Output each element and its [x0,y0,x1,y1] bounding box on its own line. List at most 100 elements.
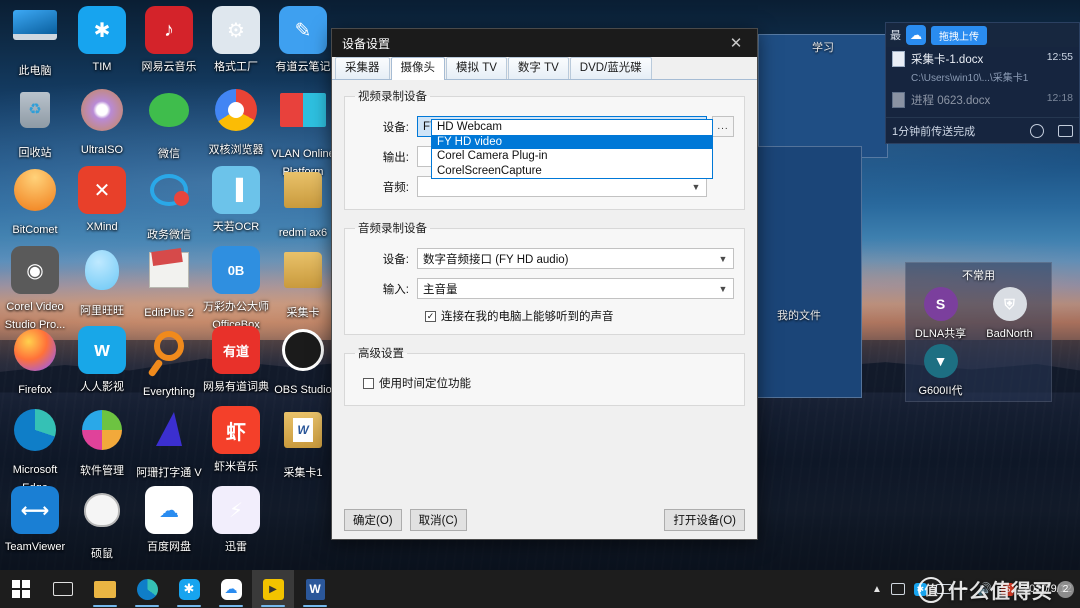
file-explorer-button[interactable] [84,570,126,608]
desktop-icon-dual-core-browser[interactable]: 双核浏览器 [203,86,269,158]
baidu-netdisk-button[interactable]: ☁ [210,570,252,608]
search-icon[interactable] [1030,123,1044,138]
desktop-icon-label: 此电脑 [18,65,52,77]
desktop-icon-tianruo-ocr[interactable]: ▐ 天若OCR [203,166,269,235]
tim-tray-icon[interactable]: ✱ [913,582,927,596]
system-tray[interactable]: ▲ ✱ ◓ 🔊 S 2020/9/12 [872,582,1080,596]
tab-camera[interactable]: 摄像头 [390,57,445,80]
desktop-icon-tim[interactable]: ✱ TIM [69,6,135,75]
cancel-button[interactable]: 取消(C) [409,509,467,531]
desktop-icon-format-factory[interactable]: ⚙ 格式工厂 [203,6,269,75]
desktop-icon-corel-video-studio[interactable]: ◉ Corel Video Studio Pro... [2,246,68,333]
tab-digital-tv[interactable]: 数字 TV [507,57,569,79]
tim-button[interactable]: ✱ [168,570,210,608]
desktop-icon-everything[interactable]: Everything [136,326,202,400]
desktop-icon-folder-redmi[interactable]: redmi ax6 [270,166,336,241]
video-device-browse-button[interactable]: ... [712,116,734,137]
desktop-icon-officebox[interactable]: 0B 万彩办公大师 OfficeBox [203,246,269,333]
desktop-icon-wechat[interactable]: 微信 [136,86,202,162]
tab-analog-tv[interactable]: 模拟 TV [446,57,507,79]
tab-capture-device[interactable]: 采集器 [335,57,390,79]
taskbar-clock[interactable]: 2020/9/12 [1023,583,1072,595]
timecode-checkbox-row[interactable]: 使用时间定位功能 [363,375,734,391]
volume-icon[interactable]: 🔊 [977,582,992,596]
dropdown-option[interactable]: CorelScreenCapture [432,164,712,179]
desktop-icon-youdao-note[interactable]: ✎ 有道云笔记 [270,6,336,75]
word-button[interactable]: W [294,570,336,608]
transfer-file-row[interactable]: 采集卡-1.docx C:\Users\win10\...\采集卡1 12:55 [886,47,1079,88]
desktop-icon-label: Firefox [18,384,52,396]
ok-button[interactable]: 确定(O) [344,509,402,531]
chevron-down-icon[interactable]: ▼ [713,254,733,264]
desktop-icon-label: redmi ax6 [278,227,328,239]
dropdown-option-selected[interactable]: FY HD video [432,134,712,149]
upload-drag-button[interactable]: 拖拽上传 [931,25,987,45]
dropdown-option[interactable]: Corel Camera Plug-in [432,149,712,164]
desktop-fence-rarely-used[interactable]: 不常用 S DLNA共享 ⛨ BadNorth ▼ G600II代 [905,262,1052,402]
video-device-dropdown-list[interactable]: HD Webcam FY HD video Corel Camera Plug-… [431,119,713,179]
audio-device-select[interactable]: 数字音频接口 (FY HD audio) ▼ [417,248,734,269]
fence-icon-badnorth[interactable]: ⛨ BadNorth [975,287,1044,342]
desktop-icon-software-manager[interactable]: 软件管理 [69,406,135,479]
desktop-icon-xmind[interactable]: ✕ XMind [69,166,135,235]
wifi-icon[interactable]: ◓ [961,582,968,596]
desktop-icon-this-pc[interactable]: 此电脑 [2,6,68,79]
chevron-down-icon[interactable]: ▼ [686,182,706,192]
taskbar[interactable]: ✱ ☁ ▶ W ▲ ✱ ◓ 🔊 S 2020/9/12 [0,570,1080,608]
desktop-icon-yyets[interactable]: w 人人影视 [69,326,135,395]
desktop-icon-microsoft-edge[interactable]: Microsoft Edge [2,406,68,496]
desktop-icon-teamviewer[interactable]: ⟷ TeamViewer [2,486,68,555]
screen-capture-icon[interactable] [890,583,905,595]
dialog-title-bar[interactable]: 设备设置 ✕ [332,29,757,57]
desktop-icon-gov-wechat[interactable]: 政务微信 [136,166,202,243]
desktop-icon-baidu-netdisk[interactable]: ☁ 百度网盘 [136,486,202,555]
transfer-panel[interactable]: 最 ☁ 拖拽上传 采集卡-1.docx C:\Users\win10\...\采… [885,22,1080,144]
device-settings-dialog[interactable]: 设备设置 ✕ 采集器 摄像头 模拟 TV 数字 TV DVD/蓝光碟 视频录制设… [331,28,758,540]
tianruo-ocr-icon: ▐ [212,166,260,214]
microsoft-edge-icon [11,409,59,457]
battery-icon[interactable] [935,584,952,594]
desktop-icon-xiami-music[interactable]: 虾虾米音乐 [203,406,269,475]
task-view-button[interactable] [42,570,84,608]
desktop-icon-youdao-dict[interactable]: 有道 网易有道词典 [203,326,269,395]
desktop-icon-folder-capture-card[interactable]: 采集卡 [270,246,336,321]
desktop-icon-word-doc-capture1[interactable]: W 采集卡1 [270,406,336,481]
open-device-button[interactable]: 打开设备(O) [664,509,745,531]
audio-monitor-checkbox-row[interactable]: ✓ 连接在我的电脑上能够听到的声音 [425,308,734,324]
close-icon[interactable]: ✕ [715,29,757,57]
sogou-ime-icon[interactable]: S [1001,582,1015,596]
desktop-icon-firefox[interactable]: Firefox [2,326,68,398]
dialog-tab-bar[interactable]: 采集器 摄像头 模拟 TV 数字 TV DVD/蓝光碟 [332,57,757,80]
audio-input-select[interactable]: 主音量 ▼ [417,278,734,299]
desktop-icon-thunder-xunlei[interactable]: ⚡ 迅雷 [203,486,269,555]
desktop-icon-ultraiso[interactable]: UltraISO [69,86,135,158]
chat-icon[interactable] [1058,124,1073,137]
player-icon: ▶ [262,578,284,600]
desktop-icon-shuoshu[interactable]: 硕鼠 [69,486,135,562]
fence-icon-dlna-share[interactable]: S DLNA共享 [906,287,975,342]
this-pc-icon [11,10,59,58]
player-button[interactable]: ▶ [252,570,294,608]
start-button[interactable] [0,570,42,608]
transfer-file-row[interactable]: 进程 0623.docx 12:18 [886,88,1079,112]
desktop-icon-bitcomet[interactable]: BitComet [2,166,68,238]
timecode-checkbox[interactable] [363,377,374,389]
edge-button[interactable] [126,570,168,608]
fence-icon-g600-ii[interactable]: ▼ G600II代 [906,344,975,399]
audio-device-value: 数字音频接口 (FY HD audio) [423,253,569,266]
desktop-icon-aliwangwang[interactable]: 阿里旺旺 [69,246,135,319]
desktop-icon-recycle-bin[interactable]: ♻ 回收站 [2,86,68,161]
desktop-icon-editplus[interactable]: EditPlus 2 [136,246,202,321]
chevron-up-icon[interactable]: ▲ [872,584,882,595]
desktop-icon-netease-music[interactable]: ♪ 网易云音乐 [136,6,202,75]
software-manager-icon [78,410,126,458]
dropdown-option[interactable]: HD Webcam [432,120,712,135]
window-study[interactable]: 学习 [758,34,888,158]
chevron-down-icon[interactable]: ▼ [713,284,733,294]
video-audio-select[interactable]: ▼ [417,176,707,197]
audio-monitor-checkbox[interactable]: ✓ [425,310,436,322]
task-view-icon [53,582,73,596]
desktop-icon-obs-studio[interactable]: OBS Studio [270,326,336,398]
desktop-icon-label: 网易有道词典 [203,381,269,393]
tab-dvd-bluray[interactable]: DVD/蓝光碟 [569,57,652,79]
